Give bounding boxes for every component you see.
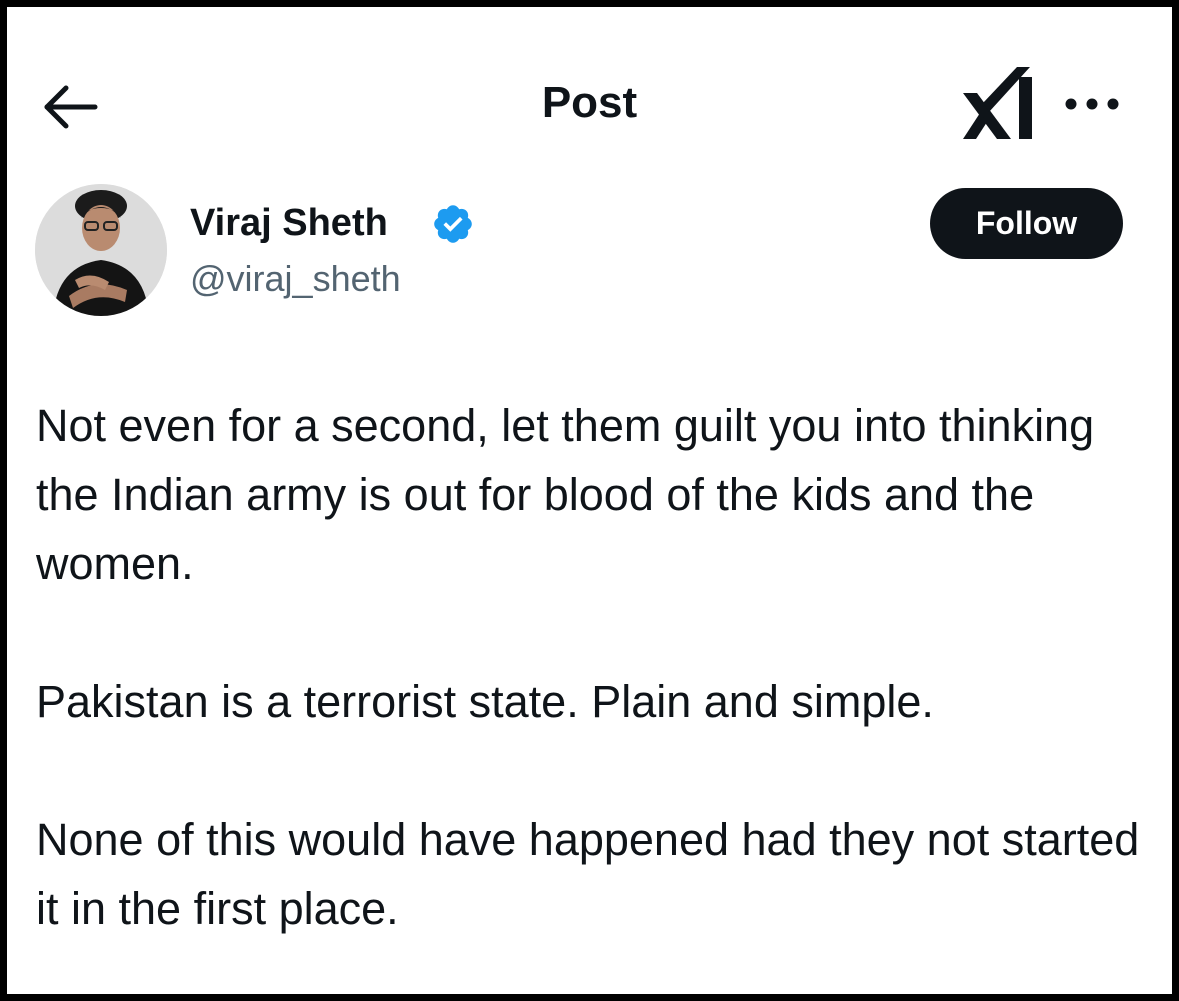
- avatar[interactable]: [35, 184, 167, 316]
- post-paragraph: Not even for a second, let them guilt yo…: [36, 400, 1095, 589]
- post-paragraph: None of this would have happened had the…: [36, 814, 1140, 934]
- post-screen: Post Viraj Sheth @viraj_sheth Follow Not…: [7, 7, 1172, 994]
- verified-badge-icon: [431, 202, 475, 246]
- post-body: Not even for a second, let them guilt yo…: [36, 391, 1146, 943]
- grok-icon[interactable]: [959, 65, 1041, 143]
- author-display-name[interactable]: Viraj Sheth: [190, 200, 388, 246]
- more-horizontal-icon[interactable]: [1057, 89, 1127, 119]
- author-handle[interactable]: @viraj_sheth: [190, 257, 401, 301]
- follow-button[interactable]: Follow: [930, 188, 1123, 259]
- post-paragraph: Pakistan is a terrorist state. Plain and…: [36, 676, 934, 727]
